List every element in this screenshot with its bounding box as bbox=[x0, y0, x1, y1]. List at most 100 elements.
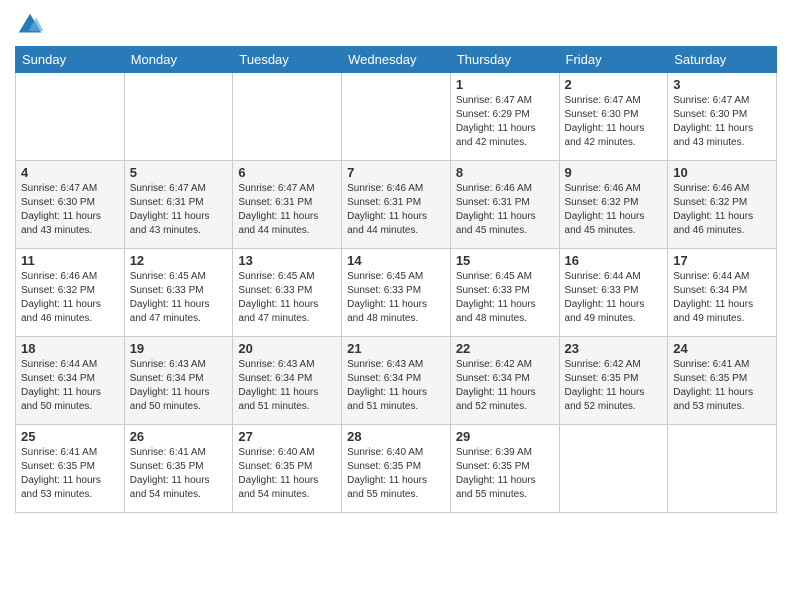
day-info: Sunrise: 6:46 AM Sunset: 6:31 PM Dayligh… bbox=[347, 182, 445, 238]
calendar-table: Sunday Monday Tuesday Wednesday Thursday… bbox=[15, 46, 777, 513]
calendar-cell: 10 Sunrise: 6:46 AM Sunset: 6:32 PM Dayli… bbox=[668, 161, 777, 249]
calendar-cell: 26 Sunrise: 6:41 AM Sunset: 6:35 PM Dayli… bbox=[124, 425, 233, 513]
day-info: Sunrise: 6:47 AM Sunset: 6:29 PM Dayligh… bbox=[456, 94, 554, 150]
col-monday: Monday bbox=[124, 47, 233, 73]
day-info: Sunrise: 6:43 AM Sunset: 6:34 PM Dayligh… bbox=[238, 358, 336, 414]
day-number: 20 bbox=[238, 341, 336, 356]
day-info: Sunrise: 6:47 AM Sunset: 6:31 PM Dayligh… bbox=[130, 182, 228, 238]
day-info: Sunrise: 6:45 AM Sunset: 6:33 PM Dayligh… bbox=[238, 270, 336, 326]
calendar-cell: 3Sunrise: 6:47 AM Sunset: 6:30 PM Daylig… bbox=[668, 73, 777, 161]
calendar-cell bbox=[16, 73, 125, 161]
day-info: Sunrise: 6:42 AM Sunset: 6:34 PM Dayligh… bbox=[456, 358, 554, 414]
day-number: 14 bbox=[347, 253, 445, 268]
day-number: 27 bbox=[238, 429, 336, 444]
day-number: 8 bbox=[456, 165, 554, 180]
day-number: 7 bbox=[347, 165, 445, 180]
day-number: 23 bbox=[565, 341, 663, 356]
calendar-cell: 19 Sunrise: 6:43 AM Sunset: 6:34 PM Dayli… bbox=[124, 337, 233, 425]
day-number: 21 bbox=[347, 341, 445, 356]
day-info: Sunrise: 6:46 AM Sunset: 6:32 PM Dayligh… bbox=[565, 182, 663, 238]
day-info: Sunrise: 6:40 AM Sunset: 6:35 PM Dayligh… bbox=[347, 446, 445, 502]
calendar-week-row: 18Sunrise: 6:44 AM Sunset: 6:34 PM Dayli… bbox=[16, 337, 777, 425]
calendar-cell: 4 Sunrise: 6:47 AM Sunset: 6:30 PM Daylig… bbox=[16, 161, 125, 249]
day-number: 29 bbox=[456, 429, 554, 444]
day-number: 15 bbox=[456, 253, 554, 268]
day-info: Sunrise: 6:41 AM Sunset: 6:35 PM Dayligh… bbox=[21, 446, 119, 502]
calendar-cell: 11Sunrise: 6:46 AM Sunset: 6:32 PM Dayli… bbox=[16, 249, 125, 337]
calendar-cell: 2 Sunrise: 6:47 AM Sunset: 6:30 PM Daylig… bbox=[559, 73, 668, 161]
day-info: Sunrise: 6:43 AM Sunset: 6:34 PM Dayligh… bbox=[130, 358, 228, 414]
day-number: 16 bbox=[565, 253, 663, 268]
day-info: Sunrise: 6:40 AM Sunset: 6:35 PM Dayligh… bbox=[238, 446, 336, 502]
calendar-cell: 23 Sunrise: 6:42 AM Sunset: 6:35 PM Dayli… bbox=[559, 337, 668, 425]
day-info: Sunrise: 6:46 AM Sunset: 6:31 PM Dayligh… bbox=[456, 182, 554, 238]
day-number: 10 bbox=[673, 165, 771, 180]
calendar-cell: 8 Sunrise: 6:46 AM Sunset: 6:31 PM Daylig… bbox=[450, 161, 559, 249]
day-info: Sunrise: 6:47 AM Sunset: 6:30 PM Dayligh… bbox=[565, 94, 663, 150]
calendar-cell: 13 Sunrise: 6:45 AM Sunset: 6:33 PM Dayli… bbox=[233, 249, 342, 337]
day-number: 26 bbox=[130, 429, 228, 444]
calendar-cell: 6 Sunrise: 6:47 AM Sunset: 6:31 PM Daylig… bbox=[233, 161, 342, 249]
col-tuesday: Tuesday bbox=[233, 47, 342, 73]
calendar-cell: 24Sunrise: 6:41 AM Sunset: 6:35 PM Dayli… bbox=[668, 337, 777, 425]
day-info: Sunrise: 6:39 AM Sunset: 6:35 PM Dayligh… bbox=[456, 446, 554, 502]
day-info: Sunrise: 6:45 AM Sunset: 6:33 PM Dayligh… bbox=[347, 270, 445, 326]
page: Sunday Monday Tuesday Wednesday Thursday… bbox=[0, 0, 792, 612]
logo-icon bbox=[15, 10, 45, 40]
col-wednesday: Wednesday bbox=[342, 47, 451, 73]
day-number: 25 bbox=[21, 429, 119, 444]
calendar-cell bbox=[342, 73, 451, 161]
day-info: Sunrise: 6:45 AM Sunset: 6:33 PM Dayligh… bbox=[130, 270, 228, 326]
col-thursday: Thursday bbox=[450, 47, 559, 73]
day-number: 12 bbox=[130, 253, 228, 268]
header bbox=[15, 10, 777, 40]
day-info: Sunrise: 6:45 AM Sunset: 6:33 PM Dayligh… bbox=[456, 270, 554, 326]
day-number: 3 bbox=[673, 77, 771, 92]
calendar-cell: 17Sunrise: 6:44 AM Sunset: 6:34 PM Dayli… bbox=[668, 249, 777, 337]
day-info: Sunrise: 6:46 AM Sunset: 6:32 PM Dayligh… bbox=[21, 270, 119, 326]
calendar-cell: 20 Sunrise: 6:43 AM Sunset: 6:34 PM Dayli… bbox=[233, 337, 342, 425]
day-number: 4 bbox=[21, 165, 119, 180]
day-number: 6 bbox=[238, 165, 336, 180]
calendar-cell: 28 Sunrise: 6:40 AM Sunset: 6:35 PM Dayli… bbox=[342, 425, 451, 513]
day-info: Sunrise: 6:47 AM Sunset: 6:30 PM Dayligh… bbox=[21, 182, 119, 238]
day-number: 1 bbox=[456, 77, 554, 92]
calendar-cell: 18Sunrise: 6:44 AM Sunset: 6:34 PM Dayli… bbox=[16, 337, 125, 425]
calendar-cell: 5Sunrise: 6:47 AM Sunset: 6:31 PM Daylig… bbox=[124, 161, 233, 249]
day-info: Sunrise: 6:44 AM Sunset: 6:34 PM Dayligh… bbox=[673, 270, 771, 326]
day-info: Sunrise: 6:41 AM Sunset: 6:35 PM Dayligh… bbox=[130, 446, 228, 502]
day-number: 9 bbox=[565, 165, 663, 180]
calendar-cell: 22 Sunrise: 6:42 AM Sunset: 6:34 PM Dayli… bbox=[450, 337, 559, 425]
day-info: Sunrise: 6:42 AM Sunset: 6:35 PM Dayligh… bbox=[565, 358, 663, 414]
calendar-cell: 12 Sunrise: 6:45 AM Sunset: 6:33 PM Dayli… bbox=[124, 249, 233, 337]
day-number: 2 bbox=[565, 77, 663, 92]
calendar-cell bbox=[559, 425, 668, 513]
col-saturday: Saturday bbox=[668, 47, 777, 73]
calendar-cell: 16Sunrise: 6:44 AM Sunset: 6:33 PM Dayli… bbox=[559, 249, 668, 337]
day-number: 28 bbox=[347, 429, 445, 444]
day-info: Sunrise: 6:47 AM Sunset: 6:31 PM Dayligh… bbox=[238, 182, 336, 238]
calendar-cell: 27 Sunrise: 6:40 AM Sunset: 6:35 PM Dayli… bbox=[233, 425, 342, 513]
day-number: 22 bbox=[456, 341, 554, 356]
calendar-header-row: Sunday Monday Tuesday Wednesday Thursday… bbox=[16, 47, 777, 73]
calendar-cell: 9 Sunrise: 6:46 AM Sunset: 6:32 PM Daylig… bbox=[559, 161, 668, 249]
logo bbox=[15, 10, 49, 40]
calendar-cell: 25 Sunrise: 6:41 AM Sunset: 6:35 PM Dayli… bbox=[16, 425, 125, 513]
col-friday: Friday bbox=[559, 47, 668, 73]
day-number: 13 bbox=[238, 253, 336, 268]
col-sunday: Sunday bbox=[16, 47, 125, 73]
calendar-cell: 7 Sunrise: 6:46 AM Sunset: 6:31 PM Daylig… bbox=[342, 161, 451, 249]
day-number: 18 bbox=[21, 341, 119, 356]
calendar-cell: 15 Sunrise: 6:45 AM Sunset: 6:33 PM Dayli… bbox=[450, 249, 559, 337]
calendar-cell bbox=[124, 73, 233, 161]
calendar-week-row: 25 Sunrise: 6:41 AM Sunset: 6:35 PM Dayli… bbox=[16, 425, 777, 513]
day-info: Sunrise: 6:41 AM Sunset: 6:35 PM Dayligh… bbox=[673, 358, 771, 414]
calendar-week-row: 11Sunrise: 6:46 AM Sunset: 6:32 PM Dayli… bbox=[16, 249, 777, 337]
day-number: 19 bbox=[130, 341, 228, 356]
calendar-week-row: 4 Sunrise: 6:47 AM Sunset: 6:30 PM Daylig… bbox=[16, 161, 777, 249]
calendar-cell: 14 Sunrise: 6:45 AM Sunset: 6:33 PM Dayli… bbox=[342, 249, 451, 337]
day-info: Sunrise: 6:43 AM Sunset: 6:34 PM Dayligh… bbox=[347, 358, 445, 414]
calendar-week-row: 1 Sunrise: 6:47 AM Sunset: 6:29 PM Daylig… bbox=[16, 73, 777, 161]
day-info: Sunrise: 6:46 AM Sunset: 6:32 PM Dayligh… bbox=[673, 182, 771, 238]
calendar-cell: 21 Sunrise: 6:43 AM Sunset: 6:34 PM Dayli… bbox=[342, 337, 451, 425]
